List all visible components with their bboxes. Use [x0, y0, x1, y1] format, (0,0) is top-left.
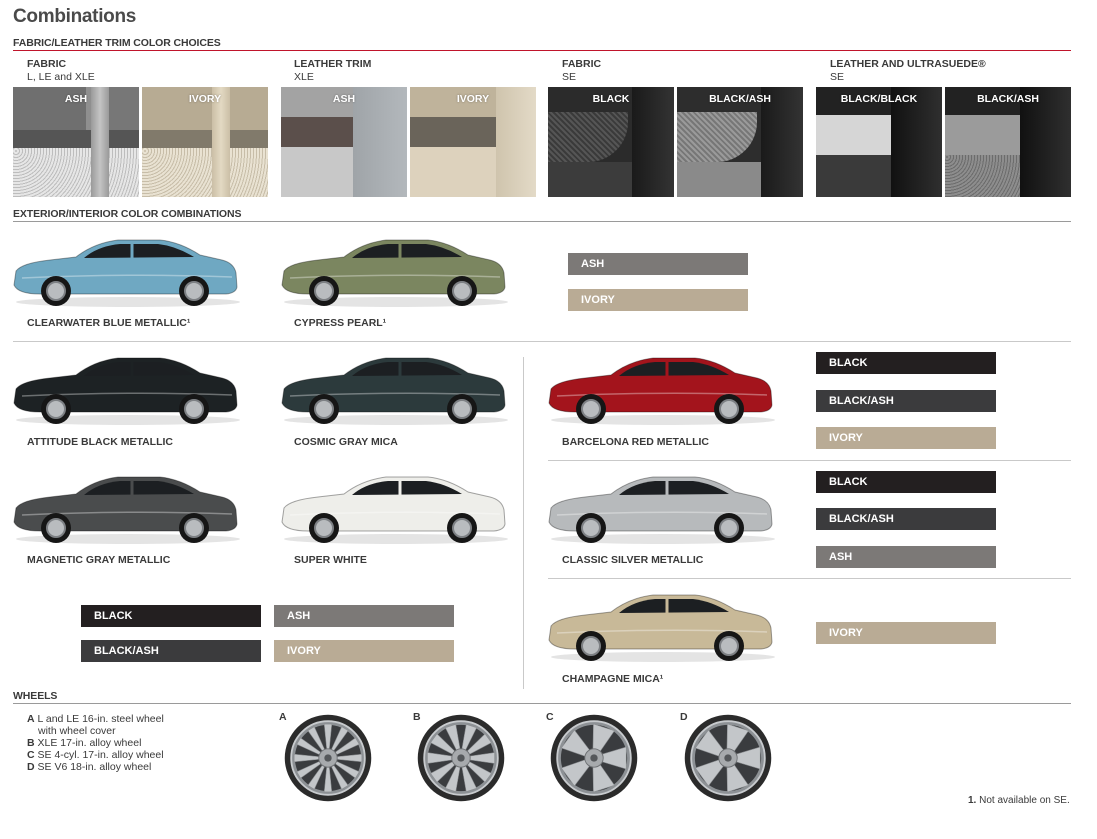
car-name-classic-silver: CLASSIC SILVER METALLIC — [562, 554, 704, 566]
swatch-label: IVORY — [188, 93, 222, 105]
wheel-list-item-b: B XLE 17-in. alloy wheel — [27, 737, 142, 749]
car-rim — [314, 518, 334, 538]
car-rim — [314, 399, 334, 419]
swatch-leather-ivory: IVORY — [410, 87, 536, 197]
car-attitude-black — [13, 357, 240, 425]
swatch-ultrasuede-blackblack: BLACK/BLACK — [816, 87, 942, 197]
car-name-barcelona-red: BARCELONA RED METALLIC — [562, 436, 709, 448]
car-rim — [452, 399, 472, 419]
car-rim — [184, 399, 204, 419]
swatch-label: ASH — [332, 93, 356, 105]
tag-ash: ASH — [816, 546, 996, 568]
wheel-list: A L and LE 16-in. steel wheel with wheel… — [27, 713, 164, 773]
car-rim — [184, 281, 204, 301]
swatch-label: BLACK/ASH — [977, 93, 1039, 105]
swatch-leather-ash: ASH — [281, 87, 407, 197]
car-champagne-mica — [548, 594, 775, 662]
tag-ivory: IVORY — [274, 640, 454, 662]
car-cosmic-gray — [281, 357, 508, 425]
car-barcelona-red — [548, 357, 775, 425]
wheel-center-cap — [724, 754, 732, 762]
tag-black: BLACK — [816, 471, 996, 493]
car-rim — [719, 518, 739, 538]
wheel-center-cap — [457, 754, 465, 762]
wheel-list-item-a: A L and LE 16-in. steel wheel — [27, 713, 164, 725]
tag-black-ash: BLACK/ASH — [816, 390, 996, 412]
page-title: Combinations — [13, 6, 137, 27]
tag-ivory: IVORY — [568, 289, 748, 311]
car-rim — [581, 636, 601, 656]
combo-section-rule — [13, 221, 1071, 222]
tag-ivory: IVORY — [816, 427, 996, 449]
footnote: 1. Not available on SE. — [968, 795, 1070, 806]
swatch-ultrasuede-blackash: BLACK/ASH — [945, 87, 1071, 197]
swatch-fabric-se-blackash: BLACK/ASH — [677, 87, 803, 197]
wheel-list-item-a-cont: with wheel cover — [38, 725, 116, 737]
car-rim — [46, 518, 66, 538]
combo-section-heading: EXTERIOR/INTERIOR COLOR COMBINATIONS — [13, 208, 242, 220]
car-rim — [452, 518, 472, 538]
car-rim — [184, 518, 204, 538]
row-divider — [548, 460, 1071, 461]
car-rim — [46, 281, 66, 301]
wheel-list-item-c: C SE 4-cyl. 17-in. alloy wheel — [27, 749, 164, 761]
wheels-section-heading: WHEELS — [13, 690, 58, 702]
wheel-image-d — [684, 714, 772, 802]
car-rim — [314, 281, 334, 301]
wheel-center-cap — [590, 754, 598, 762]
car-name-champagne-mica: CHAMPAGNE MICA¹ — [562, 673, 664, 685]
trim-group-leather-models: XLE — [294, 71, 314, 83]
car-name-clearwater-blue: CLEARWATER BLUE METALLIC¹ — [27, 317, 191, 329]
swatch-fabric-ash: ASH — [13, 87, 139, 197]
trim-group-ultrasuede-title: LEATHER AND ULTRASUEDE® — [830, 58, 986, 70]
trim-section-heading: FABRIC/LEATHER TRIM COLOR CHOICES — [13, 37, 221, 49]
car-rim — [581, 518, 601, 538]
car-name-magnetic-gray: MAGNETIC GRAY METALLIC — [27, 554, 171, 566]
swatch-label: BLACK/BLACK — [840, 93, 918, 105]
tag-black-ash: BLACK/ASH — [81, 640, 261, 662]
wheel-image-b — [417, 714, 505, 802]
car-rim — [46, 399, 66, 419]
tag-black-ash: BLACK/ASH — [816, 508, 996, 530]
wheel-image-c — [550, 714, 638, 802]
tag-black: BLACK — [81, 605, 261, 627]
wheels-section-rule — [13, 703, 1071, 704]
swatch-label: IVORY — [456, 93, 490, 105]
row-divider — [548, 578, 1071, 579]
car-rim — [719, 399, 739, 419]
swatch-fabric-ivory: IVORY — [142, 87, 268, 197]
trim-group-leather-title: LEATHER TRIM — [294, 58, 372, 70]
car-magnetic-gray — [13, 476, 240, 544]
swatch-label: BLACK/ASH — [709, 93, 771, 105]
car-name-attitude-black: ATTITUDE BLACK METALLIC — [27, 436, 174, 448]
trim-group-fabric-se-models: SE — [562, 71, 577, 83]
car-rim — [581, 399, 601, 419]
car-name-super-white: SUPER WHITE — [294, 554, 367, 566]
wheel-center-cap — [324, 754, 332, 762]
wheel-list-item-d: D SE V6 18-in. alloy wheel — [27, 761, 152, 773]
car-name-cosmic-gray: COSMIC GRAY MICA — [294, 436, 398, 448]
car-name-cypress-pearl: CYPRESS PEARL¹ — [294, 317, 387, 329]
car-clearwater-blue — [13, 239, 240, 307]
car-super-white — [281, 476, 508, 544]
trim-group-ultrasuede-models: SE — [830, 71, 845, 83]
car-rim — [452, 281, 472, 301]
tag-ivory: IVORY — [816, 622, 996, 644]
car-classic-silver — [548, 476, 775, 544]
wheel-image-a — [284, 714, 372, 802]
trim-group-fabric-se-title: FABRIC — [562, 58, 602, 70]
trim-group-fabric-lxle-title: FABRIC — [27, 58, 67, 70]
swatch-label: ASH — [64, 93, 88, 105]
tag-ash: ASH — [568, 253, 748, 275]
column-divider — [523, 357, 524, 689]
tag-black: BLACK — [816, 352, 996, 374]
trim-group-fabric-lxle-models: L, LE and XLE — [27, 71, 95, 83]
car-cypress-pearl — [281, 239, 508, 307]
swatch-label: BLACK — [592, 93, 630, 105]
trim-section-rule — [13, 50, 1071, 51]
swatch-fabric-se-black: BLACK — [548, 87, 674, 197]
tag-ash: ASH — [274, 605, 454, 627]
car-rim — [719, 636, 739, 656]
row-divider — [13, 341, 1071, 342]
